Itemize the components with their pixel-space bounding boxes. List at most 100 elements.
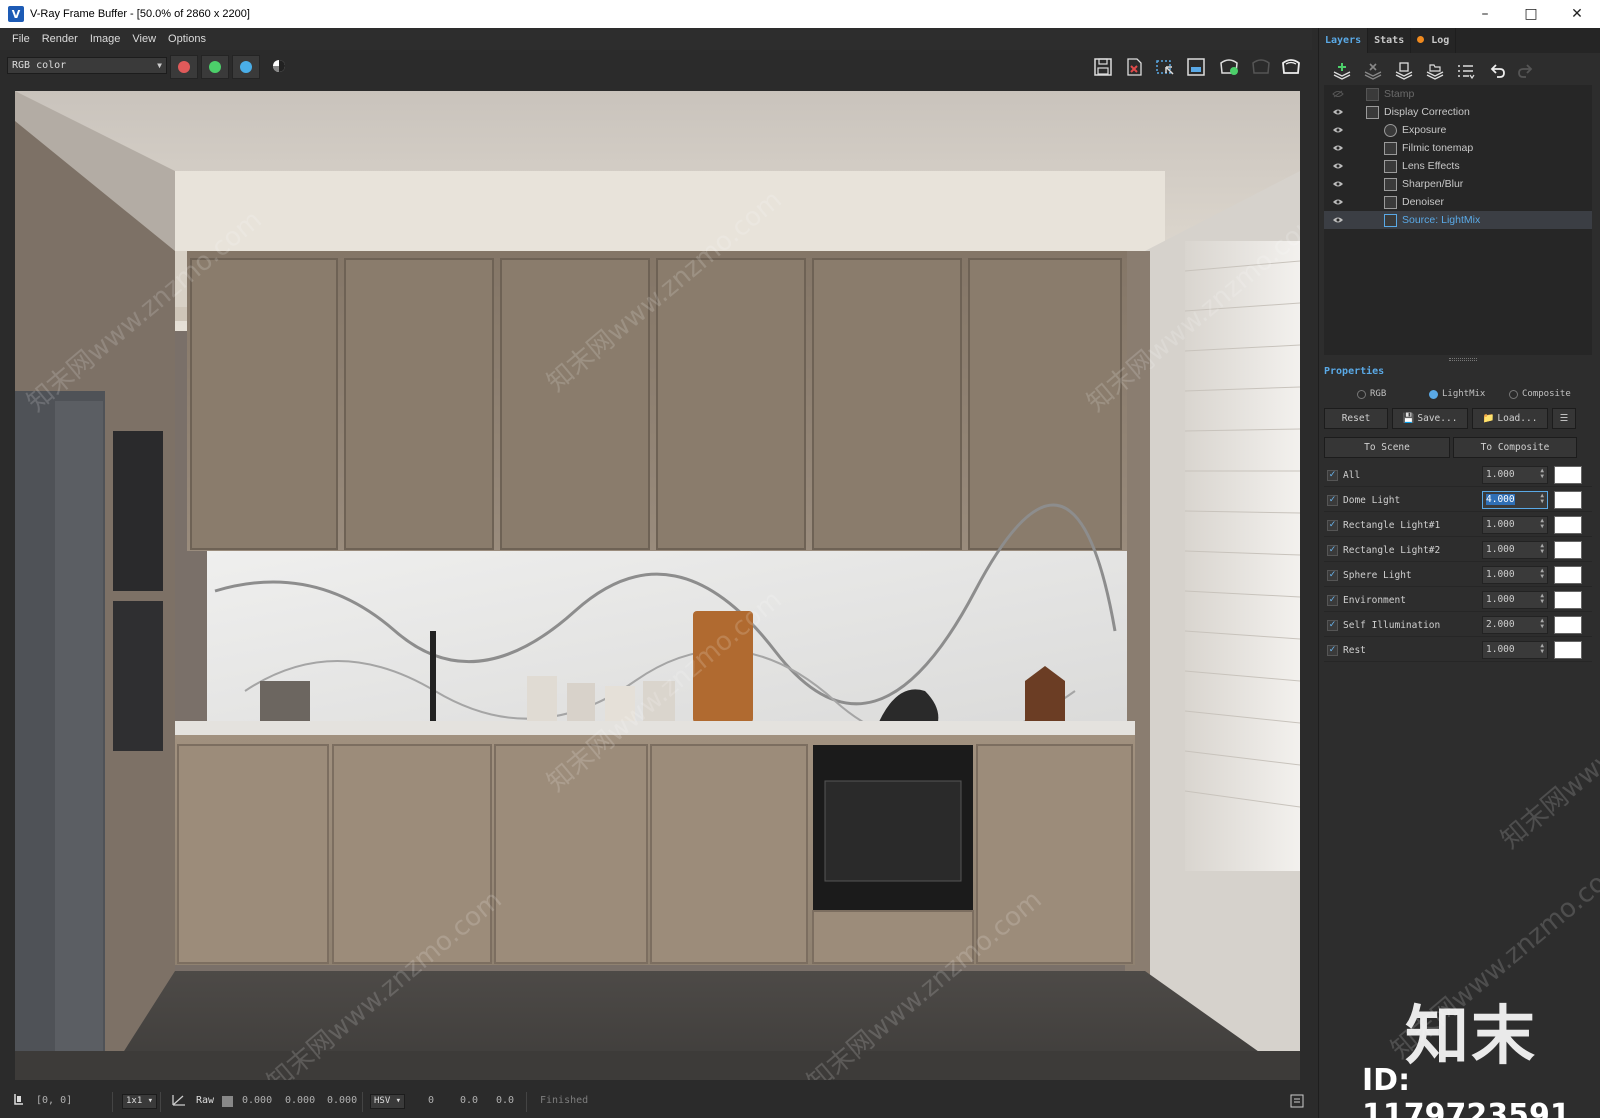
menu-view[interactable]: View — [126, 33, 162, 45]
light-name: Environment — [1343, 595, 1406, 606]
reset-button[interactable]: Reset — [1324, 408, 1388, 429]
light-color-swatch[interactable] — [1554, 566, 1582, 584]
tab-stats[interactable]: Stats — [1368, 28, 1412, 53]
light-intensity-input[interactable]: 2.000 ▲ ▼ — [1482, 616, 1548, 634]
light-checkbox[interactable]: ✓ — [1327, 595, 1338, 606]
to-scene-button[interactable]: To Scene — [1324, 437, 1450, 458]
spinner-icon[interactable]: ▲ ▼ — [1540, 643, 1544, 655]
light-intensity-input[interactable]: 1.000 ▲ ▼ — [1482, 566, 1548, 584]
tab-layers[interactable]: Layers — [1319, 28, 1369, 53]
light-color-swatch[interactable] — [1554, 591, 1582, 609]
menu-file[interactable]: File — [6, 33, 36, 45]
interactive-render-icon[interactable] — [1218, 57, 1240, 77]
history-toggle-icon[interactable] — [1290, 1094, 1304, 1111]
light-checkbox[interactable]: ✓ — [1327, 570, 1338, 581]
save-preset-button[interactable]: 💾 Save... — [1392, 408, 1468, 429]
spinner-icon[interactable]: ▲ ▼ — [1540, 543, 1544, 555]
region-render-icon[interactable] — [1154, 57, 1176, 77]
undo-icon[interactable] — [1486, 61, 1508, 81]
eye-icon[interactable] — [1332, 198, 1344, 206]
load-layers-icon[interactable] — [1424, 61, 1446, 81]
light-color-swatch[interactable] — [1554, 466, 1582, 484]
layer-row-denoiser[interactable]: Denoiser — [1324, 193, 1592, 211]
mode-lightmix-radio[interactable]: LightMix — [1429, 389, 1485, 399]
light-color-swatch[interactable] — [1554, 491, 1582, 509]
render-icon[interactable] — [1280, 57, 1302, 77]
gamma-icon[interactable] — [171, 1093, 187, 1110]
light-checkbox[interactable]: ✓ — [1327, 495, 1338, 506]
spinner-icon[interactable]: ▲ ▼ — [1540, 618, 1544, 630]
track-mouse-icon[interactable] — [1185, 57, 1207, 77]
light-intensity-input[interactable]: 1.000 ▲ ▼ — [1482, 641, 1548, 659]
options-list-button[interactable]: ☰ — [1552, 408, 1576, 429]
spinner-icon[interactable]: ▲ ▼ — [1540, 468, 1544, 480]
panel-splitter[interactable] — [1449, 358, 1477, 361]
layer-list-icon[interactable] — [1455, 61, 1477, 81]
eye-icon[interactable] — [1332, 144, 1344, 152]
light-intensity-input[interactable]: 1.000 ▲ ▼ — [1482, 466, 1548, 484]
green-channel-button[interactable] — [201, 55, 229, 79]
eye-icon[interactable] — [1332, 126, 1344, 134]
to-composite-button[interactable]: To Composite — [1453, 437, 1577, 458]
channel-dropdown[interactable]: RGB color ▼ — [7, 57, 167, 74]
spinner-icon[interactable]: ▲ ▼ — [1540, 518, 1544, 530]
light-row-all: ✓ All 1.000 ▲ ▼ — [1324, 464, 1592, 487]
zoom-dropdown[interactable]: 1x1 ▾ — [122, 1094, 158, 1109]
layer-row-display-correction[interactable]: Display Correction — [1324, 103, 1592, 121]
light-checkbox[interactable]: ✓ — [1327, 620, 1338, 631]
redo-icon[interactable] — [1515, 61, 1537, 81]
light-checkbox[interactable]: ✓ — [1327, 545, 1338, 556]
mode-rgb-radio[interactable]: RGB — [1357, 389, 1386, 399]
save-layers-icon[interactable] — [1393, 61, 1415, 81]
light-checkbox[interactable]: ✓ — [1327, 470, 1338, 481]
light-color-swatch[interactable] — [1554, 616, 1582, 634]
light-checkbox[interactable]: ✓ — [1327, 645, 1338, 656]
layer-row-sharpen-blur[interactable]: Sharpen/Blur — [1324, 175, 1592, 193]
light-color-swatch[interactable] — [1554, 541, 1582, 559]
spinner-icon[interactable]: ▲ ▼ — [1540, 593, 1544, 605]
window-title: V-Ray Frame Buffer - [50.0% of 2860 x 22… — [30, 8, 250, 20]
menu-options[interactable]: Options — [162, 33, 212, 45]
eye-hidden-icon[interactable] — [1332, 90, 1344, 98]
mode-label: RGB — [1370, 389, 1387, 399]
light-name: All — [1343, 470, 1361, 481]
spinner-icon[interactable]: ▲ ▼ — [1540, 493, 1544, 505]
layer-row-exposure[interactable]: Exposure — [1324, 121, 1592, 139]
mode-composite-radio[interactable]: Composite — [1509, 389, 1571, 399]
tab-log[interactable]: Log — [1411, 28, 1457, 53]
add-layer-icon[interactable] — [1331, 61, 1353, 81]
color-mode-dropdown[interactable]: HSV ▾ — [370, 1094, 406, 1109]
minimize-icon[interactable]: – — [1462, 0, 1508, 28]
light-intensity-input[interactable]: 1.000 ▲ ▼ — [1482, 591, 1548, 609]
save-icon[interactable] — [1092, 57, 1114, 77]
pick-pixel-icon[interactable] — [12, 1092, 26, 1111]
load-preset-button[interactable]: 📁 Load... — [1472, 408, 1548, 429]
render-viewport[interactable]: 知末网www.znzmo.com 知末网www.znzmo.com 知末网www… — [15, 91, 1300, 1080]
menu-image[interactable]: Image — [84, 33, 127, 45]
layer-row-filmic-tonemap[interactable]: Filmic tonemap — [1324, 139, 1592, 157]
light-intensity-input[interactable]: 1.000 ▲ ▼ — [1482, 516, 1548, 534]
layer-row-lens-effects[interactable]: Lens Effects — [1324, 157, 1592, 175]
light-checkbox[interactable]: ✓ — [1327, 520, 1338, 531]
light-color-swatch[interactable] — [1554, 641, 1582, 659]
eye-icon[interactable] — [1332, 108, 1344, 116]
mono-toggle-icon[interactable] — [268, 56, 290, 76]
layer-row-source-lightmix[interactable]: Source: LightMix — [1324, 211, 1592, 229]
close-icon[interactable]: ✕ — [1554, 0, 1600, 28]
layer-row-stamp[interactable]: Stamp — [1324, 85, 1592, 103]
clear-image-icon[interactable] — [1123, 57, 1145, 77]
delete-layer-icon[interactable] — [1362, 61, 1384, 81]
red-channel-button[interactable] — [170, 55, 198, 79]
light-intensity-input[interactable]: 1.000 ▲ ▼ — [1482, 541, 1548, 559]
maximize-icon[interactable]: □ — [1508, 0, 1554, 28]
spinner-icon[interactable]: ▲ ▼ — [1540, 568, 1544, 580]
menu-render[interactable]: Render — [36, 33, 84, 45]
eye-icon[interactable] — [1332, 216, 1344, 224]
render-last-icon[interactable] — [1250, 57, 1272, 77]
eye-icon[interactable] — [1332, 162, 1344, 170]
asset-id-label: ID: 1179723591 — [1362, 1063, 1571, 1118]
light-intensity-input[interactable]: 4.000 ▲ ▼ — [1482, 491, 1548, 509]
blue-channel-button[interactable] — [232, 55, 260, 79]
eye-icon[interactable] — [1332, 180, 1344, 188]
light-color-swatch[interactable] — [1554, 516, 1582, 534]
